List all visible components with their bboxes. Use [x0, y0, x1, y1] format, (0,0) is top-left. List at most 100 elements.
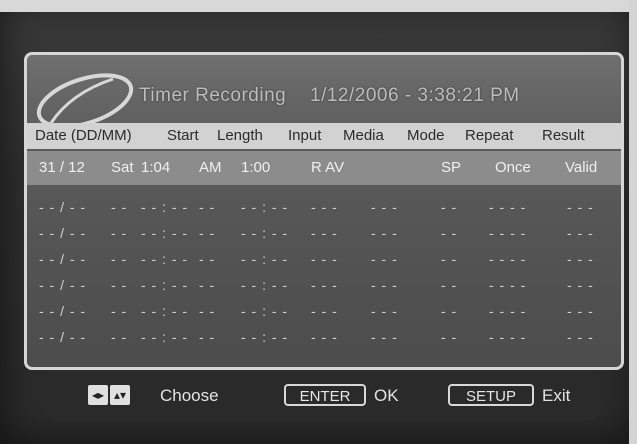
timer-recording-panel: Timer Recording 1/12/2006 - 3:38:21 PM D… — [24, 52, 624, 370]
empty-repeat: - - - - — [489, 199, 527, 215]
empty-timer-row[interactable]: - - / - - - - - - : - - - - - - : - - - - - - … — [27, 221, 621, 245]
enter-key[interactable]: ENTER — [284, 384, 366, 406]
header-date: Date (DD/MM) — [35, 127, 132, 144]
empty-ampm: - - — [199, 277, 216, 293]
empty-mode: - - — [441, 277, 458, 293]
empty-mode: - - — [441, 225, 458, 241]
empty-result: - - - — [567, 329, 594, 345]
empty-input: - - - — [311, 199, 338, 215]
entry-result: Valid — [565, 159, 598, 176]
tv-screen: Timer Recording 1/12/2006 - 3:38:21 PM D… — [0, 0, 637, 444]
empty-ampm: - - — [199, 303, 216, 319]
timer-entry-row[interactable]: 31 / 12 Sat 1:04 AM 1:00 R AV SP Once Va… — [27, 151, 621, 185]
title-datetime: 1/12/2006 - 3:38:21 PM — [310, 85, 520, 106]
empty-ampm: - - — [199, 251, 216, 267]
empty-media: - - - — [371, 277, 398, 293]
empty-date: - - / - - — [39, 329, 87, 345]
header-result: Result — [542, 127, 585, 144]
screen-title: Timer Recording 1/12/2006 - 3:38:21 PM — [139, 85, 538, 107]
empty-day: - - — [111, 225, 128, 241]
empty-length: - - : - - — [241, 225, 289, 241]
column-header-row: Date (DD/MM) Start Length Input Media Mo… — [27, 123, 621, 149]
empty-media: - - - — [371, 199, 398, 215]
left-right-arrows-icon: ◂▸ — [88, 385, 108, 405]
empty-input: - - - — [311, 303, 338, 319]
empty-input: - - - — [311, 329, 338, 345]
empty-result: - - - — [567, 251, 594, 267]
empty-media: - - - — [371, 329, 398, 345]
empty-day: - - — [111, 329, 128, 345]
header-mode: Mode — [407, 127, 445, 144]
empty-start: - - : - - — [141, 303, 189, 319]
empty-day: - - — [111, 277, 128, 293]
photo-border-right — [629, 0, 637, 444]
empty-timer-row[interactable]: - - / - - - - - - : - - - - - - : - - - - - - … — [27, 195, 621, 219]
entry-repeat: Once — [495, 159, 531, 176]
header-length: Length — [217, 127, 263, 144]
header-media: Media — [343, 127, 384, 144]
setup-key[interactable]: SETUP — [448, 384, 534, 406]
entry-mode: SP — [441, 159, 462, 176]
empty-timer-row[interactable]: - - / - - - - - - : - - - - - - : - - - - - - … — [27, 299, 621, 323]
entry-input: R AV — [311, 159, 345, 176]
empty-date: - - / - - — [39, 225, 87, 241]
empty-ampm: - - — [199, 329, 216, 345]
ok-label: OK — [374, 386, 399, 405]
empty-date: - - / - - — [39, 199, 87, 215]
empty-mode: - - — [441, 199, 458, 215]
empty-repeat: - - - - — [489, 277, 527, 293]
footer-help-bar: ◂▸ ▴▾ Choose ENTER OK SETUP Exit — [44, 374, 604, 420]
empty-input: - - - — [311, 251, 338, 267]
empty-media: - - - — [371, 303, 398, 319]
empty-result: - - - — [567, 225, 594, 241]
empty-result: - - - — [567, 199, 594, 215]
empty-repeat: - - - - — [489, 225, 527, 241]
up-down-arrows-icon: ▴▾ — [110, 385, 130, 405]
empty-repeat: - - - - — [489, 303, 527, 319]
empty-repeat: - - - - — [489, 329, 527, 345]
empty-day: - - — [111, 303, 128, 319]
empty-length: - - : - - — [241, 199, 289, 215]
photo-border-top — [0, 0, 637, 12]
empty-start: - - : - - — [141, 277, 189, 293]
entry-date: 31 / 12 — [39, 159, 85, 176]
empty-mode: - - — [441, 303, 458, 319]
empty-date: - - / - - — [39, 277, 87, 293]
header-input: Input — [288, 127, 322, 144]
empty-mode: - - — [441, 251, 458, 267]
empty-length: - - : - - — [241, 251, 289, 267]
empty-start: - - : - - — [141, 329, 189, 345]
empty-media: - - - — [371, 251, 398, 267]
exit-label: Exit — [542, 386, 571, 405]
empty-start: - - : - - — [141, 251, 189, 267]
empty-repeat: - - - - — [489, 251, 527, 267]
empty-length: - - : - - — [241, 277, 289, 293]
empty-timer-row[interactable]: - - / - - - - - - : - - - - - - : - - - - - - … — [27, 247, 621, 271]
entry-start: 1:04 — [141, 159, 171, 176]
entry-length: 1:00 — [241, 159, 271, 176]
header-repeat: Repeat — [465, 127, 514, 144]
entry-ampm: AM — [199, 159, 222, 176]
empty-date: - - / - - — [39, 303, 87, 319]
empty-ampm: - - — [199, 199, 216, 215]
empty-start: - - : - - — [141, 225, 189, 241]
empty-day: - - — [111, 251, 128, 267]
empty-length: - - : - - — [241, 303, 289, 319]
empty-result: - - - — [567, 303, 594, 319]
empty-timer-row[interactable]: - - / - - - - - - : - - - - - - : - - - - - - … — [27, 325, 621, 349]
empty-input: - - - — [311, 277, 338, 293]
empty-start: - - : - - — [141, 199, 189, 215]
header-start: Start — [167, 127, 199, 144]
empty-input: - - - — [311, 225, 338, 241]
empty-timer-row[interactable]: - - / - - - - - - : - - - - - - : - - - - - - … — [27, 273, 621, 297]
empty-result: - - - — [567, 277, 594, 293]
title-program: Timer Recording — [139, 85, 287, 106]
empty-media: - - - — [371, 225, 398, 241]
empty-mode: - - — [441, 329, 458, 345]
empty-day: - - — [111, 199, 128, 215]
empty-date: - - / - - — [39, 251, 87, 267]
entry-day: Sat — [111, 159, 134, 176]
choose-label: Choose — [160, 386, 219, 405]
empty-length: - - : - - — [241, 329, 289, 345]
empty-ampm: - - — [199, 225, 216, 241]
